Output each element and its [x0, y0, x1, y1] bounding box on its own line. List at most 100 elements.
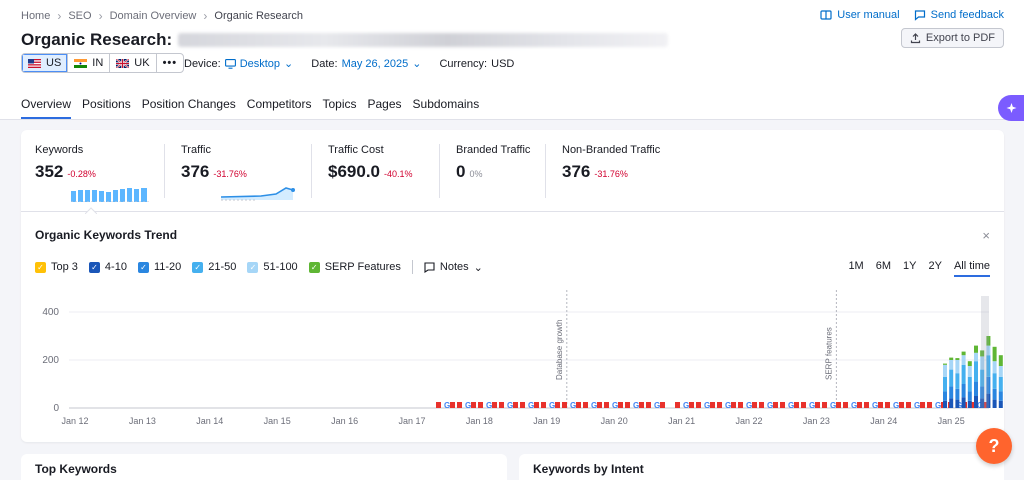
- currency-label: Currency:: [439, 57, 488, 70]
- help-button[interactable]: ?: [976, 428, 1012, 464]
- redacted-domain: [178, 33, 669, 47]
- x-tick-label: Jan 19: [533, 416, 560, 426]
- metric-keywords-label: Keywords: [35, 144, 84, 156]
- send-feedback-link[interactable]: Send feedback: [914, 9, 1004, 21]
- legend-serp-label: SERP Features: [324, 261, 401, 273]
- main-tabs: Overview Positions Position Changes Comp…: [21, 97, 479, 119]
- date-filter[interactable]: Date: May 26, 2025 ⌄: [311, 57, 421, 71]
- bar-segment: [998, 400, 1003, 408]
- bar-segment: [961, 397, 966, 408]
- ai-assistant-button[interactable]: [998, 95, 1024, 121]
- metric-keywords[interactable]: Keywords 352 -0.28%: [35, 144, 96, 182]
- tab-topics[interactable]: Topics: [322, 97, 356, 119]
- serp-marker: [717, 402, 722, 408]
- country-uk[interactable]: UK: [110, 54, 157, 72]
- legend-4-10-label: 4-10: [104, 261, 127, 273]
- google-serp-marker: G: [788, 401, 794, 410]
- country-us-label: US: [46, 57, 62, 69]
- metric-traffic-cost-value: $690.0: [328, 162, 380, 181]
- bar-segment: [998, 366, 1003, 377]
- metric-traffic[interactable]: Traffic 376 -31.76%: [181, 144, 247, 182]
- breadcrumb-seo[interactable]: SEO: [68, 10, 91, 22]
- date-value: May 26, 2025: [341, 57, 409, 70]
- serp-marker: [513, 402, 518, 408]
- google-serp-marker: G: [893, 401, 899, 410]
- legend-top3[interactable]: ✓ Top 3: [35, 261, 78, 273]
- chevron-down-icon: ⌄: [284, 58, 294, 70]
- device-filter[interactable]: Device: Desktop ⌄: [184, 57, 294, 71]
- y-tick-label: 400: [42, 307, 59, 318]
- serp-marker: [801, 402, 806, 408]
- google-serp-marker: G: [851, 401, 857, 410]
- top-links: User manual Send feedback: [820, 9, 1004, 21]
- serp-marker: [794, 402, 799, 408]
- serp-marker: [555, 402, 560, 408]
- bar-segment: [961, 355, 966, 365]
- google-serp-marker: G: [528, 401, 534, 410]
- chevron-right-icon: ›: [57, 9, 62, 23]
- x-tick-label: Jan 13: [129, 416, 156, 426]
- legend-51-100-label: 51-100: [263, 261, 298, 273]
- google-serp-marker: G: [633, 401, 639, 410]
- country-us[interactable]: US: [22, 54, 69, 72]
- x-tick-label: Jan 21: [668, 416, 695, 426]
- tab-overview[interactable]: Overview: [21, 97, 72, 119]
- close-icon[interactable]: ×: [982, 228, 990, 243]
- user-manual-link[interactable]: User manual: [820, 9, 900, 21]
- tab-positions[interactable]: Positions: [82, 97, 131, 119]
- more-countries-button[interactable]: •••: [157, 54, 184, 72]
- range-1y[interactable]: 1Y: [903, 260, 916, 277]
- legend-serp-features[interactable]: ✓ SERP Features: [308, 261, 401, 273]
- serp-marker: [773, 402, 778, 408]
- bar-segment: [998, 355, 1003, 366]
- x-tick-label: Jan 23: [803, 416, 830, 426]
- serp-marker: [822, 402, 827, 408]
- bar-segment: [961, 384, 966, 398]
- google-serp-marker: G: [591, 401, 597, 410]
- bar-segment: [967, 376, 972, 392]
- country-in[interactable]: IN: [68, 54, 111, 72]
- bar-segment: [943, 391, 947, 401]
- range-6m[interactable]: 6M: [876, 260, 891, 277]
- bar-segment: [961, 351, 966, 356]
- bar-segment: [974, 345, 978, 353]
- checkbox-icon: ✓: [192, 261, 204, 273]
- breadcrumb-domain-overview[interactable]: Domain Overview: [110, 10, 197, 22]
- bar-segment: [992, 361, 997, 374]
- filters-bar: Device: Desktop ⌄ Date: May 26, 2025 ⌄ C…: [184, 57, 515, 71]
- metric-branded-traffic[interactable]: Branded Traffic 0 0%: [456, 144, 530, 182]
- range-all-time[interactable]: All time: [953, 260, 990, 277]
- chart-legend: ✓ Top 3 ✓ 4-10 ✓ 11-20 ✓ 21-50 ✓ 51-100 ✓ SERP…: [35, 260, 483, 274]
- x-tick-label: Jan 25: [938, 416, 965, 426]
- legend-11-20[interactable]: ✓ 11-20: [137, 261, 181, 273]
- tab-subdomains[interactable]: Subdomains: [413, 97, 480, 119]
- range-2y[interactable]: 2Y: [928, 260, 941, 277]
- top-keywords-card: Top Keywords: [21, 454, 507, 480]
- serp-marker: [696, 402, 701, 408]
- bar-segment: [992, 346, 997, 362]
- tab-competitors[interactable]: Competitors: [247, 97, 312, 119]
- legend-51-100[interactable]: ✓ 51-100: [247, 261, 298, 273]
- breadcrumb-home[interactable]: Home: [21, 10, 50, 22]
- metric-traffic-cost[interactable]: Traffic Cost $690.0 -40.1%: [328, 144, 413, 182]
- google-serp-marker: G: [465, 401, 471, 410]
- currency-value: USD: [491, 57, 515, 70]
- bar-segment: [943, 376, 947, 392]
- export-pdf-button[interactable]: Export to PDF: [900, 28, 1004, 48]
- metric-non-branded-label: Non-Branded Traffic: [562, 144, 661, 156]
- x-tick-label: Jan 14: [196, 416, 223, 426]
- serp-marker: [885, 402, 890, 408]
- metric-non-branded-traffic[interactable]: Non-Branded Traffic 376 -31.76%: [562, 144, 660, 182]
- tab-pages[interactable]: Pages: [367, 97, 401, 119]
- range-1m[interactable]: 1M: [848, 260, 863, 277]
- notes-dropdown[interactable]: Notes ⌄: [424, 261, 483, 274]
- legend-21-50[interactable]: ✓ 21-50: [192, 261, 236, 273]
- serp-marker: [843, 402, 848, 408]
- bar-segment: [992, 388, 997, 400]
- bar-segment: [949, 369, 954, 387]
- send-feedback-label: Send feedback: [930, 9, 1004, 21]
- bar-segment: [955, 388, 960, 400]
- legend-4-10[interactable]: ✓ 4-10: [88, 261, 127, 273]
- serp-marker: [625, 402, 630, 408]
- tab-position-changes[interactable]: Position Changes: [142, 97, 236, 119]
